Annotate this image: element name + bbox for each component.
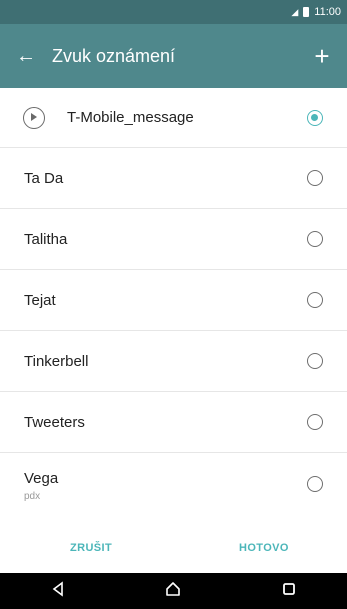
list-item[interactable]: Talitha bbox=[0, 209, 347, 270]
radio-icon[interactable] bbox=[307, 353, 323, 369]
play-icon[interactable] bbox=[23, 107, 45, 129]
sound-label: Vega bbox=[24, 470, 59, 487]
radio-icon[interactable] bbox=[307, 414, 323, 430]
list-item[interactable]: Vega pdx bbox=[0, 453, 347, 514]
sound-sublabel: pdx bbox=[24, 491, 41, 502]
sound-label: Tejat bbox=[24, 291, 56, 309]
radio-icon[interactable] bbox=[307, 475, 323, 492]
status-bar: ◢ 11:00 bbox=[0, 0, 347, 24]
back-button[interactable]: ← bbox=[0, 24, 52, 88]
nav-bar bbox=[0, 573, 347, 609]
status-time: 11:00 bbox=[314, 6, 341, 18]
radio-icon[interactable] bbox=[307, 231, 323, 247]
square-recents-icon bbox=[283, 582, 296, 595]
list-item[interactable]: T-Mobile_message bbox=[0, 88, 347, 148]
arrow-left-icon: ← bbox=[16, 44, 36, 67]
sound-label: Ta Da bbox=[24, 169, 64, 187]
home-icon bbox=[166, 581, 181, 596]
plus-icon: + bbox=[314, 40, 330, 71]
sound-label: Tweeters bbox=[24, 413, 85, 431]
app-bar: ← Zvuk oznámení + bbox=[0, 24, 347, 88]
nav-back-button[interactable] bbox=[38, 580, 78, 602]
lte-signal-icon: ◢ bbox=[291, 6, 299, 17]
nav-recents-button[interactable] bbox=[269, 581, 309, 602]
radio-selected-icon[interactable] bbox=[307, 109, 323, 126]
sound-label: T-Mobile_message bbox=[67, 109, 194, 126]
list-item[interactable]: Tweeters bbox=[0, 392, 347, 453]
sound-list: T-Mobile_message Ta Da Talitha Tejat Tin… bbox=[0, 88, 347, 514]
sound-label: Tinkerbell bbox=[24, 352, 89, 370]
radio-icon[interactable] bbox=[307, 170, 323, 186]
battery-icon bbox=[303, 7, 310, 17]
triangle-back-icon bbox=[52, 580, 63, 597]
page-title: Zvuk oznámení bbox=[52, 45, 176, 66]
nav-home-button[interactable] bbox=[153, 580, 193, 603]
list-item[interactable]: Ta Da bbox=[0, 148, 347, 209]
sound-label: Talitha bbox=[24, 230, 68, 248]
done-button[interactable]: HOTOVO bbox=[239, 542, 289, 554]
list-item[interactable]: Tinkerbell bbox=[0, 331, 347, 392]
cancel-button[interactable]: ZRUŠIT bbox=[70, 542, 112, 554]
list-item[interactable]: Tejat bbox=[0, 270, 347, 331]
dialog-actions: ZRUŠIT HOTOVO bbox=[0, 523, 347, 573]
radio-icon[interactable] bbox=[307, 292, 323, 308]
add-sound-button[interactable]: + bbox=[297, 24, 347, 88]
